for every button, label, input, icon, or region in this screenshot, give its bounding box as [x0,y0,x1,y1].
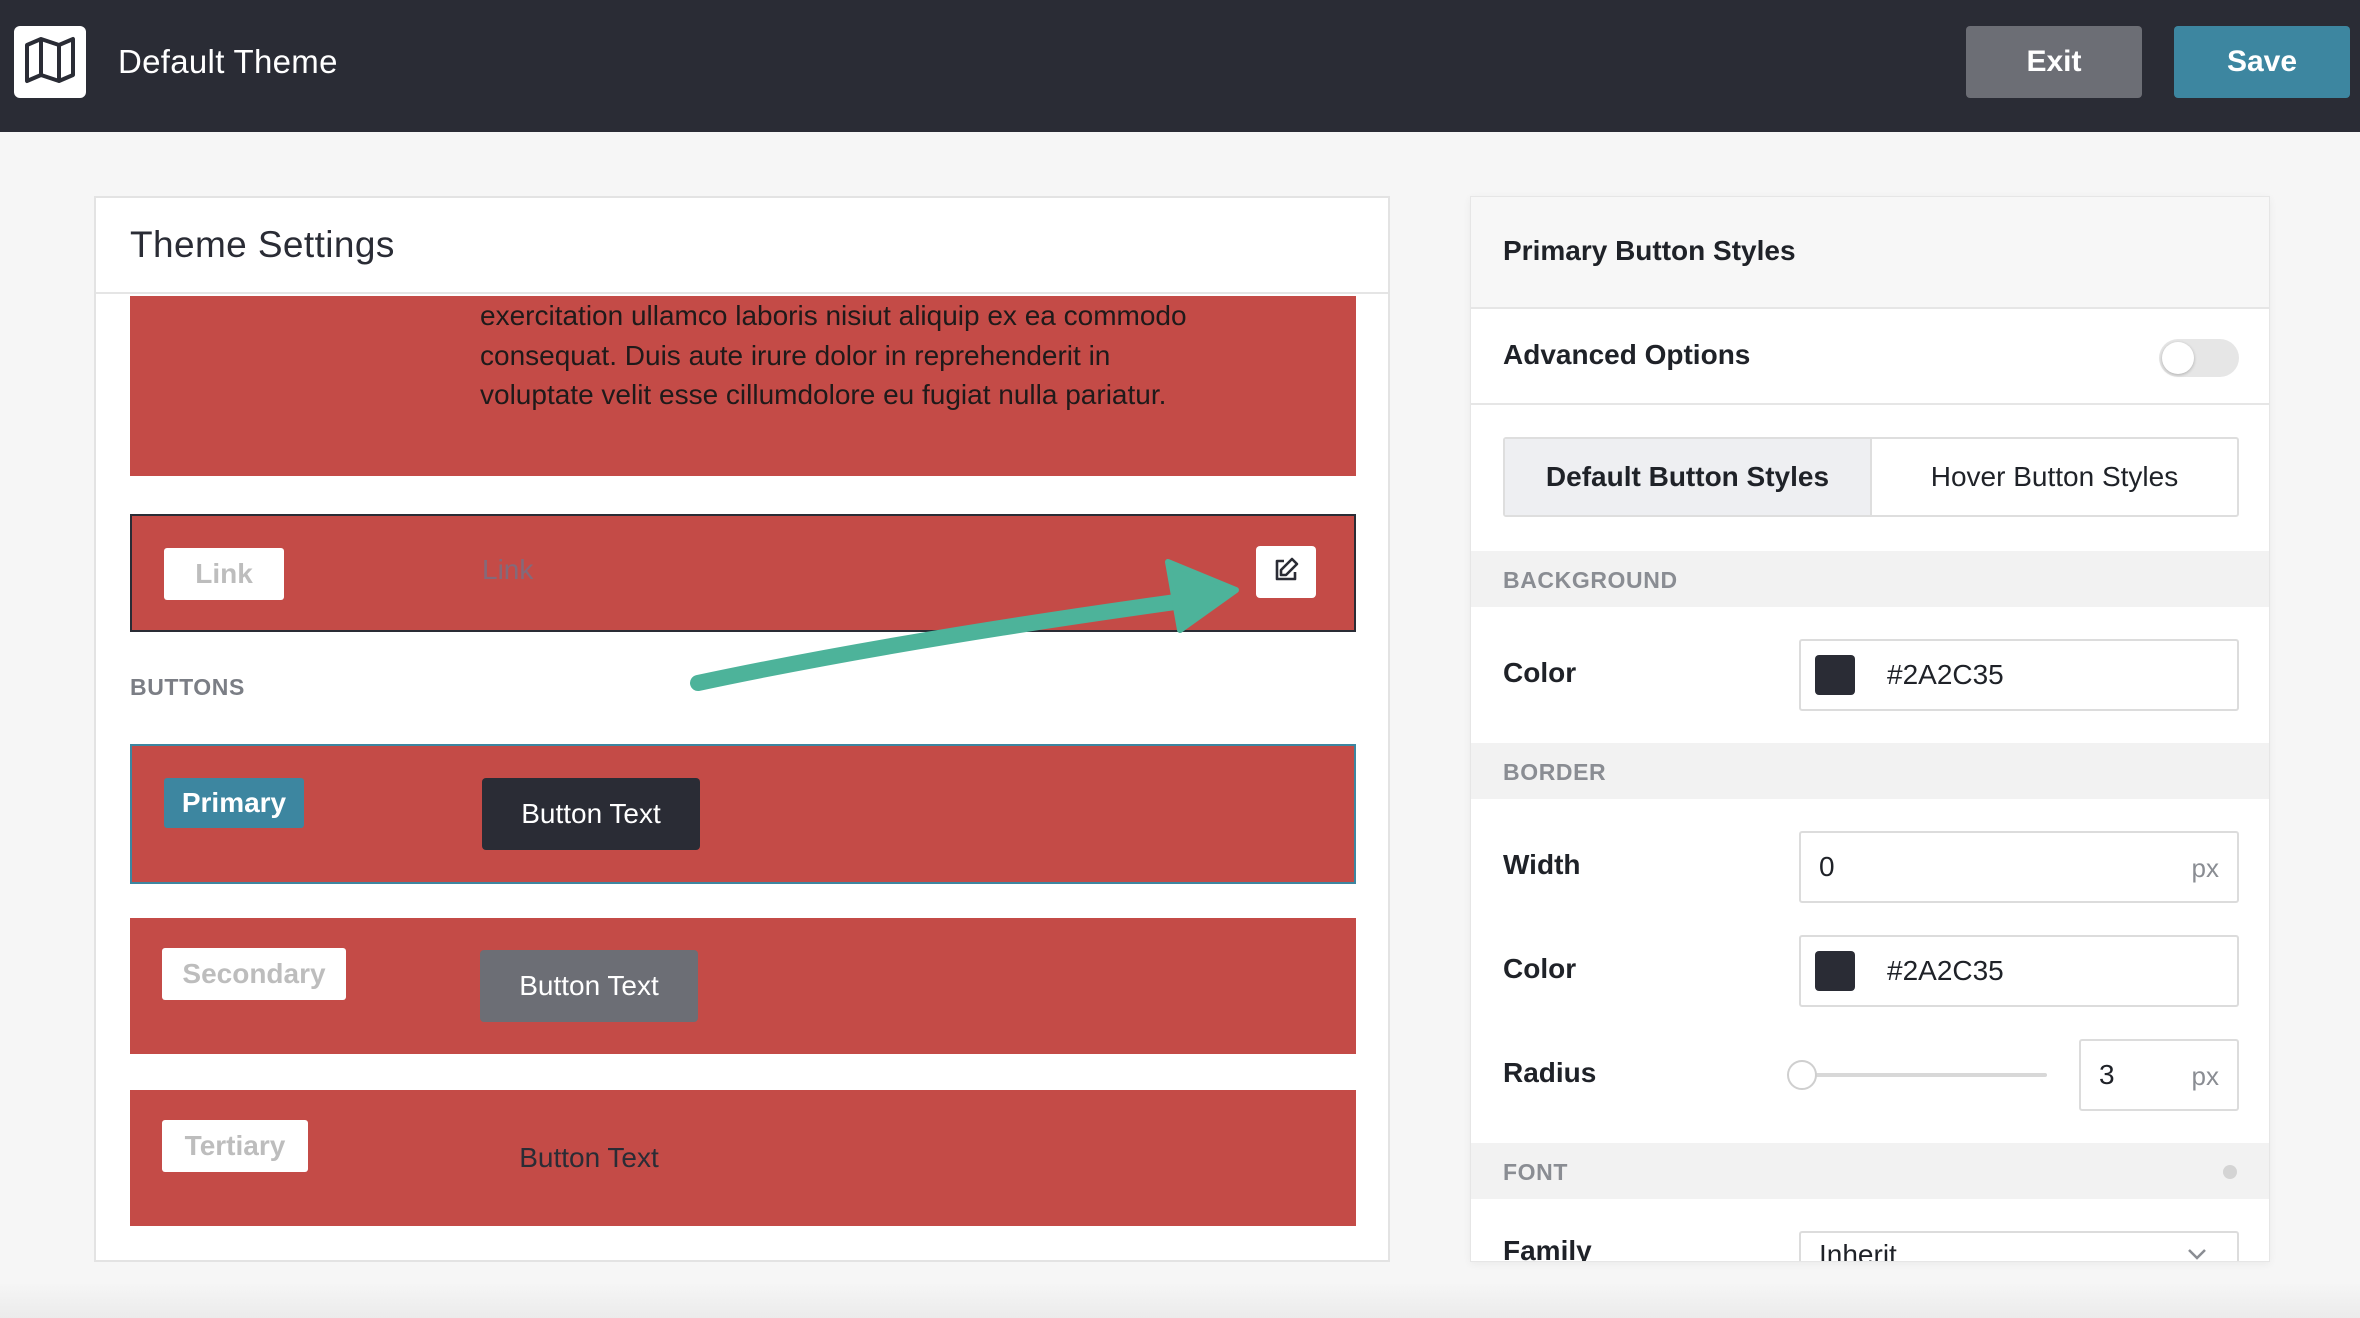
theme-settings-card: Theme Settings exercitation ullamco labo… [94,196,1390,1262]
paragraph-preview-block[interactable]: exercitation ullamco laboris nisiut aliq… [130,296,1356,476]
app-logo[interactable] [14,26,86,98]
secondary-button-style-block[interactable]: Secondary Button Text [130,918,1356,1054]
advanced-options-toggle[interactable] [2159,339,2239,377]
background-color-field[interactable]: #2A2C35 [1799,639,2239,711]
border-section-label: BORDER [1503,759,1607,785]
background-color-value: #2A2C35 [1887,659,2004,690]
link-tag: Link [164,548,284,600]
link-preview[interactable]: Link [482,554,533,586]
border-width-value: 0 [1819,851,1835,882]
top-bar: Default Theme Exit Save [0,0,2360,132]
secondary-tag: Secondary [162,948,346,1000]
scroll-indicator-dot [2223,1165,2237,1179]
tab-default-button-styles[interactable]: Default Button Styles [1505,439,1872,515]
chevron-down-icon [2187,1247,2207,1261]
edit-icon [1272,556,1300,589]
tertiary-button-style-block[interactable]: Tertiary Button Text [130,1090,1356,1226]
background-section-label: BACKGROUND [1503,567,1678,593]
secondary-sample-button[interactable]: Button Text [480,950,698,1022]
page-bottom-edge [0,1282,2360,1318]
panel-header: Primary Button Styles [1471,197,2269,309]
border-radius-value: 3 [2099,1059,2115,1090]
primary-tag: Primary [164,778,304,828]
font-family-row: Family Inherit [1471,1231,2269,1262]
border-radius-slider[interactable] [1797,1073,2047,1077]
primary-button-style-block[interactable]: Primary Button Text [130,744,1356,884]
border-radius-label: Radius [1503,1057,1597,1088]
button-state-tabs: Default Button Styles Hover Button Style… [1503,437,2239,517]
border-color-label: Color [1503,953,1577,984]
font-section-header: FONT [1471,1143,2269,1199]
border-color-swatch[interactable] [1815,951,1855,991]
link-style-block[interactable]: Link Link [130,514,1356,632]
edit-link-button[interactable] [1256,546,1316,598]
font-family-select[interactable]: Inherit [1799,1231,2239,1262]
font-family-label: Family [1503,1235,1592,1262]
tertiary-sample-button[interactable]: Button Text [480,1122,698,1194]
border-width-input[interactable]: 0 px [1799,831,2239,903]
toggle-knob [2162,342,2194,374]
font-family-value: Inherit [1819,1239,1897,1262]
border-radius-input[interactable]: 3 px [2079,1039,2239,1111]
tertiary-tag: Tertiary [162,1120,308,1172]
theme-settings-header: Theme Settings [96,198,1388,294]
font-section-label: FONT [1503,1159,1568,1185]
background-section-header: BACKGROUND [1471,551,2269,607]
save-button[interactable]: Save [2174,26,2350,98]
panel-title: Primary Button Styles [1503,235,1796,266]
exit-button[interactable]: Exit [1966,26,2142,98]
paragraph-preview-text: exercitation ullamco laboris nisiut aliq… [480,300,1187,410]
border-radius-slider-handle[interactable] [1787,1060,1817,1090]
border-width-label: Width [1503,849,1581,880]
app-title: Default Theme [118,43,338,80]
buttons-section-label: BUTTONS [130,674,245,700]
button-styles-panel: Primary Button Styles Advanced Options D… [1470,196,2270,1262]
background-color-label: Color [1503,657,1577,688]
border-width-unit: px [2191,853,2219,883]
border-color-value: #2A2C35 [1887,955,2004,986]
border-section-header: BORDER [1471,743,2269,799]
advanced-options-label: Advanced Options [1503,339,1751,370]
border-radius-unit: px [2191,1061,2219,1091]
theme-settings-title: Theme Settings [130,224,395,265]
tab-hover-button-styles[interactable]: Hover Button Styles [1872,439,2237,515]
background-color-swatch[interactable] [1815,655,1855,695]
map-icon [24,36,76,89]
primary-sample-button[interactable]: Button Text [482,778,700,850]
advanced-options-row: Advanced Options [1471,309,2269,405]
border-color-field[interactable]: #2A2C35 [1799,935,2239,1007]
